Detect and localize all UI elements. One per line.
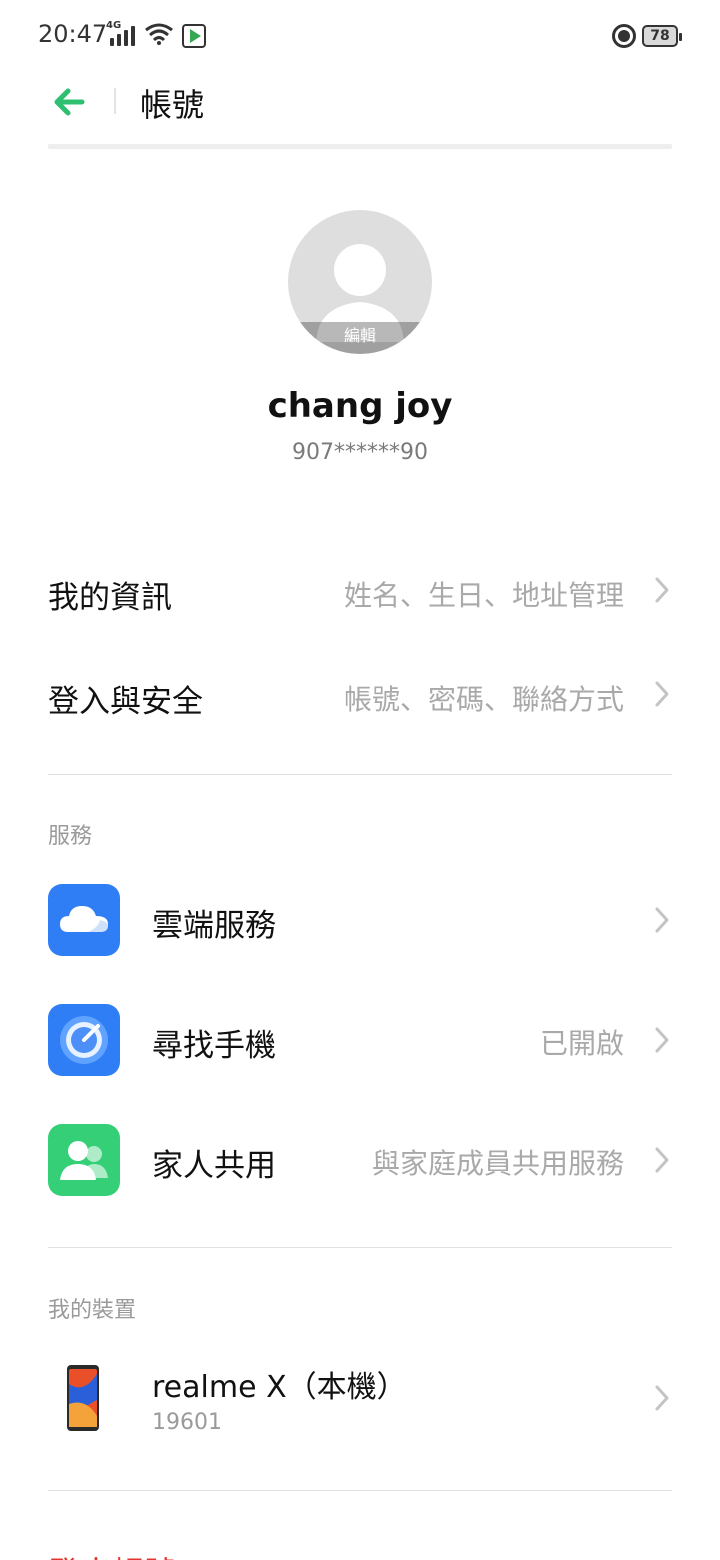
- header-divider: [114, 88, 116, 114]
- chevron-right-icon: [655, 681, 669, 707]
- row-label: 尋找手機: [152, 1028, 276, 1064]
- device-name: realme X（本機）: [152, 1370, 407, 1405]
- chevron-right-icon: [655, 1147, 669, 1173]
- row-my-info[interactable]: 我的資訊 姓名、生日、地址管理: [48, 566, 672, 618]
- section-title-services: 服務: [48, 824, 93, 849]
- play-store-icon: [182, 24, 206, 48]
- row-label: 家人共用: [152, 1148, 276, 1184]
- wifi-icon: [145, 23, 173, 45]
- section-title-devices: 我的裝置: [48, 1298, 137, 1323]
- service-cloud[interactable]: 雲端服務: [48, 884, 672, 956]
- cell-signal-icon: 4G: [106, 20, 135, 46]
- row-value: 帳號、密碼、聯絡方式: [343, 683, 624, 716]
- battery-icon: 78: [642, 25, 682, 47]
- divider: [48, 1490, 672, 1491]
- row-value: 姓名、生日、地址管理: [343, 579, 624, 612]
- chevron-right-icon: [655, 907, 669, 933]
- row-label: 登入與安全: [48, 684, 203, 720]
- back-arrow-icon[interactable]: [48, 80, 92, 124]
- row-login-security[interactable]: 登入與安全 帳號、密碼、聯絡方式: [48, 670, 672, 722]
- cloud-icon: [48, 884, 120, 956]
- page-title: 帳號: [140, 86, 205, 124]
- status-bar: 20:47 4G 78: [0, 0, 720, 72]
- row-value: 與家庭成員共用服務: [371, 1147, 624, 1180]
- avatar-edit-label[interactable]: 編輯: [288, 322, 432, 354]
- phone-device-icon: [67, 1365, 99, 1431]
- row-label: 雲端服務: [152, 908, 276, 944]
- family-icon: [48, 1124, 120, 1196]
- user-name: chang joy: [267, 386, 453, 426]
- row-label: 我的資訊: [48, 580, 172, 616]
- divider: [48, 1247, 672, 1248]
- row-value: 已開啟: [539, 1027, 624, 1060]
- chevron-right-icon: [655, 1027, 669, 1053]
- find-phone-icon: [48, 1004, 120, 1076]
- do-not-disturb-icon: [612, 24, 636, 48]
- header-rule: [48, 144, 672, 149]
- device-model: 19601: [152, 1410, 222, 1435]
- top-bar: 帳號: [0, 72, 720, 148]
- service-family-sharing[interactable]: 家人共用 與家庭成員共用服務: [48, 1124, 672, 1196]
- chevron-right-icon: [655, 1385, 669, 1411]
- divider: [48, 774, 672, 775]
- user-phone: 907******90: [292, 440, 428, 465]
- service-find-phone[interactable]: 尋找手機 已開啟: [48, 1004, 672, 1076]
- network-type: 4G: [106, 20, 122, 31]
- status-time: 20:47: [38, 20, 108, 48]
- avatar[interactable]: 編輯: [288, 210, 432, 354]
- logout-button[interactable]: 登出帳號: [48, 1548, 176, 1560]
- chevron-right-icon: [655, 577, 669, 603]
- device-item[interactable]: realme X（本機） 19601: [48, 1360, 672, 1440]
